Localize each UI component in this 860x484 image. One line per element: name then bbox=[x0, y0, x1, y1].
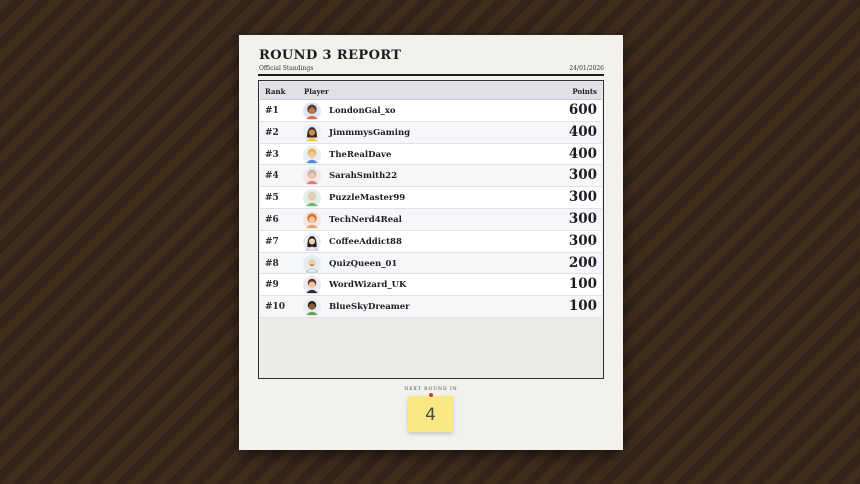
row-points: 100 bbox=[568, 298, 597, 315]
header-rank: Rank bbox=[265, 87, 286, 96]
avatar-icon-brown-hair bbox=[303, 276, 321, 295]
countdown-value: 4 bbox=[425, 405, 436, 425]
table-row: #8 QuizQueen_01 200 bbox=[260, 252, 602, 275]
row-points: 300 bbox=[568, 210, 597, 227]
row-points: 400 bbox=[568, 145, 597, 162]
table-row: #4 SarahSmith22 300 bbox=[260, 165, 602, 188]
row-rank: #3 bbox=[265, 149, 279, 160]
table-header: Rank Player Points bbox=[260, 82, 602, 100]
header-points: Points bbox=[572, 87, 597, 96]
avatar-icon-dark-long-hair bbox=[303, 232, 321, 251]
report-paper: ROUND 3 REPORT Official Standings 24/01/… bbox=[239, 35, 623, 450]
row-rank: #4 bbox=[265, 171, 279, 182]
row-points: 300 bbox=[568, 167, 597, 184]
pin-icon bbox=[428, 393, 433, 397]
row-player-name: WordWizard_UK bbox=[329, 280, 407, 291]
row-points: 300 bbox=[568, 189, 597, 206]
title-divider bbox=[258, 74, 604, 76]
header-player: Player bbox=[304, 87, 329, 96]
avatar-icon-dark-skin bbox=[303, 298, 321, 317]
row-rank: #8 bbox=[265, 258, 279, 269]
report-subtitle: Official Standings bbox=[259, 65, 314, 72]
row-player-name: PuzzleMaster99 bbox=[329, 193, 406, 204]
table-row: #7 CoffeeAddict88 300 bbox=[260, 230, 602, 253]
table-row: #1 LondonGal_xo 600 bbox=[260, 100, 602, 122]
next-round-label: NEXT ROUND IN bbox=[404, 387, 458, 392]
row-player-name: BlueSkyDreamer bbox=[329, 302, 410, 313]
avatar-icon-red-curly-hair bbox=[303, 210, 321, 229]
row-player-name: JimmmysGaming bbox=[329, 127, 411, 138]
row-player-name: QuizQueen_01 bbox=[329, 258, 398, 269]
row-player-name: CoffeeAddict88 bbox=[329, 236, 402, 247]
row-player-name: LondonGal_xo bbox=[329, 106, 396, 116]
row-points: 200 bbox=[568, 254, 597, 271]
row-points: 100 bbox=[568, 276, 597, 293]
table-row: #9 WordWizard_UK 100 bbox=[260, 274, 602, 297]
row-rank: #10 bbox=[265, 302, 286, 313]
row-rank: #6 bbox=[265, 214, 279, 225]
row-player-name: SarahSmith22 bbox=[329, 171, 398, 182]
standings-table: Rank Player Points #1 LondonGal_xo 600 #… bbox=[258, 80, 604, 379]
row-rank: #7 bbox=[265, 236, 279, 247]
row-points: 600 bbox=[568, 102, 597, 118]
table-row: #10 BlueSkyDreamer 100 bbox=[260, 296, 602, 318]
row-rank: #9 bbox=[265, 280, 279, 291]
row-points: 300 bbox=[568, 232, 597, 249]
row-points: 400 bbox=[568, 123, 597, 140]
row-rank: #5 bbox=[265, 193, 279, 204]
avatar-icon-gray-hair bbox=[303, 167, 321, 186]
table-row: #6 TechNerd4Real 300 bbox=[260, 208, 602, 231]
table-row: #5 PuzzleMaster99 300 bbox=[260, 187, 602, 209]
countdown-sticky-note: 4 bbox=[408, 393, 453, 432]
report-date: 24/01/2026 bbox=[569, 65, 604, 72]
table-row: #2 JimmmysGaming 400 bbox=[260, 121, 602, 144]
row-player-name: TechNerd4Real bbox=[329, 214, 402, 225]
avatar-icon-green-shirt bbox=[303, 189, 321, 208]
row-rank: #2 bbox=[265, 127, 279, 138]
avatar-icon-long-dark-hair bbox=[303, 123, 321, 142]
row-player-name: TheRealDave bbox=[329, 149, 392, 160]
avatar-icon-dark-curly-hair bbox=[303, 102, 321, 120]
row-rank: #1 bbox=[265, 106, 279, 116]
report-title: ROUND 3 REPORT bbox=[259, 48, 402, 63]
table-row: #3 TheRealDave 400 bbox=[260, 143, 602, 166]
avatar-icon-blonde-hair bbox=[303, 145, 321, 164]
avatar-icon-bald-mustache bbox=[303, 254, 321, 273]
table-body: #1 LondonGal_xo 600 #2 JimmmysGaming 400… bbox=[260, 100, 602, 318]
